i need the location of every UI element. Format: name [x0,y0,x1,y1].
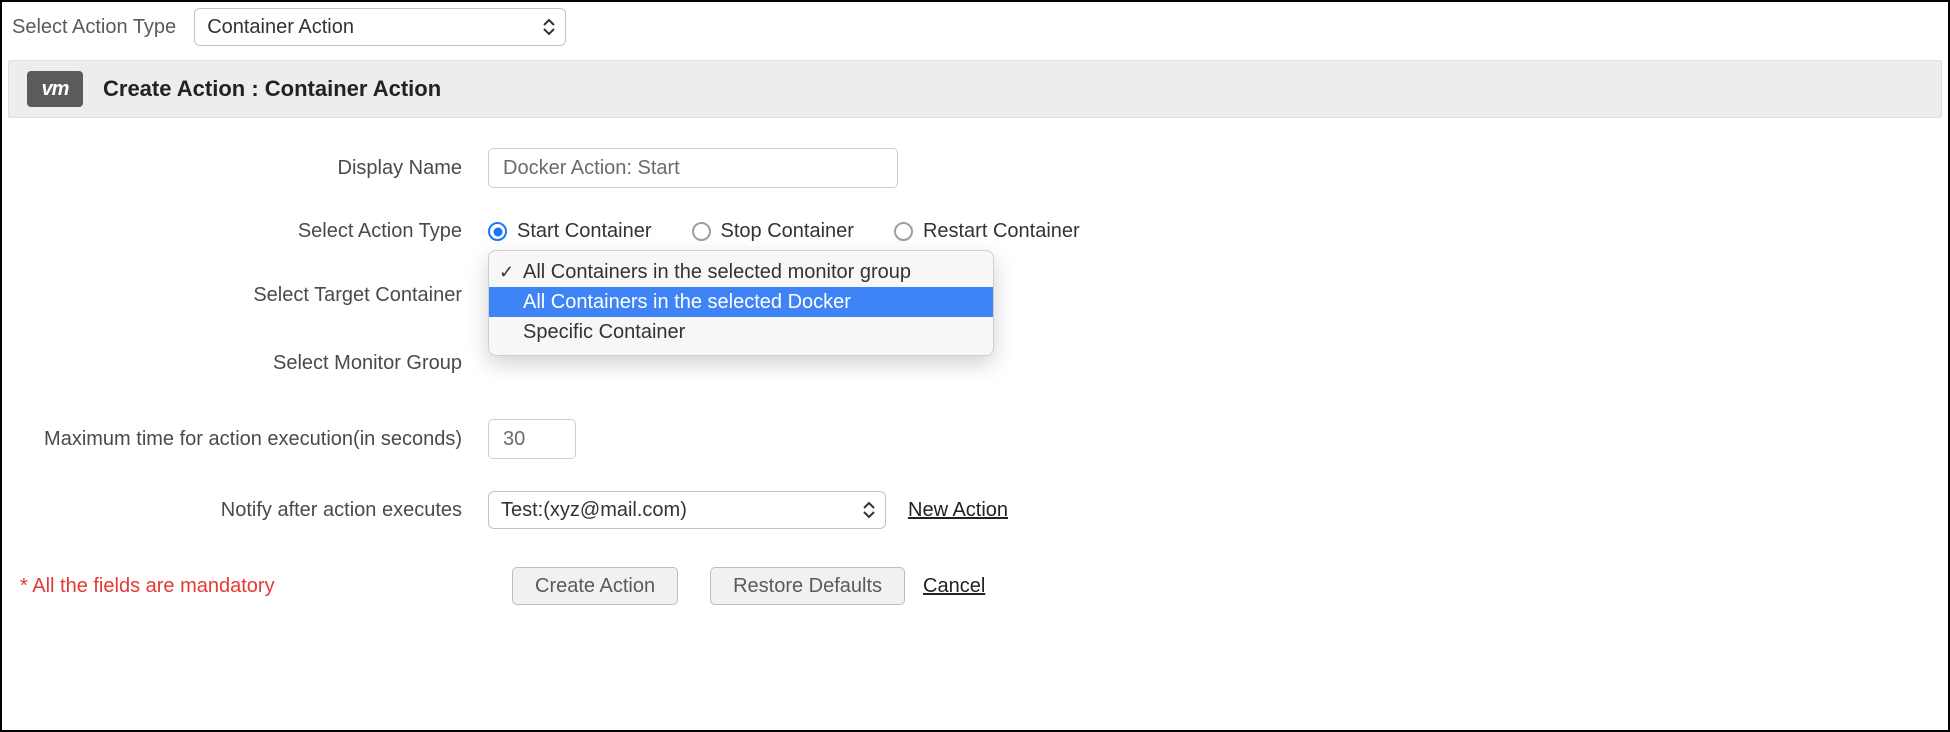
page: Select Action Type Container Action vm C… [0,0,1950,732]
max-time-label: Maximum time for action execution(in sec… [8,428,488,451]
radio-unchecked-icon [692,222,711,241]
target-option-0[interactable]: All Containers in the selected monitor g… [489,257,993,287]
target-option-2[interactable]: Specific Container [489,317,993,347]
radio-stop-label: Stop Container [721,220,854,243]
restore-defaults-label: Restore Defaults [733,575,882,598]
radio-start-label: Start Container [517,220,652,243]
create-action-label: Create Action [535,575,655,598]
vm-icon: vm [27,71,83,107]
top-row: Select Action Type Container Action [8,6,1942,54]
cancel-link[interactable]: Cancel [923,575,985,598]
radio-stop-container[interactable]: Stop Container [692,220,854,243]
radio-restart-label: Restart Container [923,220,1080,243]
max-time-input[interactable] [488,419,576,459]
radio-unchecked-icon [894,222,913,241]
monitor-group-label: Select Monitor Group [8,352,488,375]
target-container-label: Select Target Container [8,284,488,307]
row-max-time: Maximum time for action execution(in sec… [8,419,1942,459]
chevron-updown-icon [863,501,875,519]
notify-value: Test:(xyz@mail.com) [501,499,687,522]
radio-checked-icon [488,222,507,241]
create-action-button[interactable]: Create Action [512,567,678,605]
page-title: Create Action : Container Action [103,76,441,102]
target-option-0-label: All Containers in the selected monitor g… [523,261,911,284]
mandatory-note: * All the fields are mandatory [18,575,498,598]
target-option-1-label: All Containers in the selected Docker [523,291,851,314]
target-container-dropdown-popup[interactable]: All Containers in the selected monitor g… [488,250,994,356]
form-body: Display Name Select Action Type Start Co… [8,148,1942,611]
radio-start-container[interactable]: Start Container [488,220,652,243]
radio-restart-container[interactable]: Restart Container [894,220,1080,243]
select-action-type-label: Select Action Type [12,16,176,39]
select-action-type-value: Container Action [207,16,354,39]
notify-dropdown[interactable]: Test:(xyz@mail.com) [488,491,886,529]
notify-label: Notify after action executes [8,499,488,522]
display-name-input[interactable] [488,148,898,188]
chevron-updown-icon [543,18,555,36]
restore-defaults-button[interactable]: Restore Defaults [710,567,905,605]
form-header: vm Create Action : Container Action [8,60,1942,118]
select-action-type-dropdown[interactable]: Container Action [194,8,566,46]
row-display-name: Display Name [8,148,1942,188]
target-option-1[interactable]: All Containers in the selected Docker [489,287,993,317]
action-type-label: Select Action Type [8,220,488,243]
row-notify: Notify after action executes Test:(xyz@m… [8,491,1942,529]
new-action-link[interactable]: New Action [908,499,1008,522]
vm-icon-text: vm [42,78,69,101]
display-name-label: Display Name [8,157,488,180]
row-action-type: Select Action Type Start Container Stop … [8,220,1942,243]
target-option-2-label: Specific Container [523,321,685,344]
row-actions: * All the fields are mandatory Create Ac… [8,567,1942,605]
